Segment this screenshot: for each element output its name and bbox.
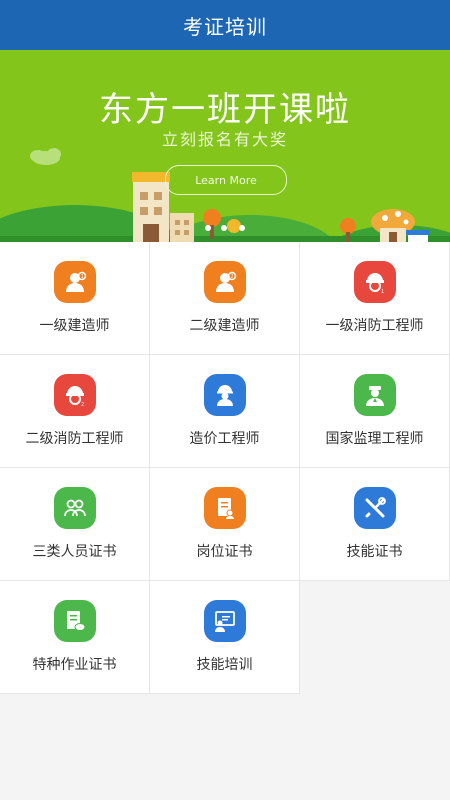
- grid-item-label: 岗位证书: [196, 544, 253, 560]
- banner-title: 东方一班开课啦: [99, 90, 351, 130]
- grid-item-skill-certificate[interactable]: 技能证书: [300, 468, 450, 581]
- grid-item-label: 国家监理工程师: [325, 431, 424, 447]
- grid-item-label: 二级消防工程师: [25, 431, 124, 447]
- grid-item-label: 技能培训: [196, 657, 253, 673]
- course-grid: 1 一级建造师 2 二级建造师 1 一级消防工程师 2 二级消防工程师 造价工程…: [0, 242, 450, 694]
- grid-item-three-types-personnel[interactable]: 三类人员证书: [0, 468, 150, 581]
- promo-banner[interactable]: 东方一班开课啦 立刻报名有大奖 Learn More: [0, 50, 450, 242]
- people-group-icon: [53, 487, 96, 529]
- document-icon: [203, 487, 246, 529]
- grid-item-label: 一级消防工程师: [325, 318, 424, 334]
- builder-icon: 2: [203, 261, 246, 303]
- grid-item-first-class-constructor[interactable]: 1 一级建造师: [0, 242, 150, 355]
- grid-item-second-class-constructor[interactable]: 2 二级建造师: [150, 242, 300, 355]
- app-header: 考证培训: [0, 0, 450, 50]
- firefighter-icon: 2: [53, 374, 96, 416]
- grid-item-label: 三类人员证书: [32, 544, 117, 560]
- grid-item-national-supervision-engineer[interactable]: 国家监理工程师: [300, 355, 450, 468]
- grid-item-label: 一级建造师: [39, 318, 110, 334]
- grid-empty-slot: [300, 581, 450, 694]
- grid-item-label: 技能证书: [346, 544, 403, 560]
- inspector-icon: [353, 374, 396, 416]
- certificate-doc-icon: [53, 600, 96, 642]
- grid-item-second-class-fire-engineer[interactable]: 2 二级消防工程师: [0, 355, 150, 468]
- grid-item-cost-engineer[interactable]: 造价工程师: [150, 355, 300, 468]
- svg-text:1: 1: [80, 274, 83, 280]
- firefighter-icon: 1: [353, 261, 396, 303]
- learn-more-button[interactable]: Learn More: [165, 165, 287, 195]
- grid-item-label: 造价工程师: [189, 431, 260, 447]
- grid-item-label: 二级建造师: [189, 318, 260, 334]
- svg-text:2: 2: [230, 274, 233, 280]
- builder-icon: 1: [53, 261, 96, 303]
- hardhat-worker-icon: [203, 374, 246, 416]
- grid-item-skill-training[interactable]: 技能培训: [150, 581, 300, 694]
- training-board-icon: [203, 600, 246, 642]
- page-title: 考证培训: [183, 14, 267, 39]
- svg-text:2: 2: [81, 402, 84, 408]
- tools-icon: [353, 487, 396, 529]
- grid-item-first-class-fire-engineer[interactable]: 1 一级消防工程师: [300, 242, 450, 355]
- svg-text:1: 1: [381, 289, 384, 295]
- grid-item-position-certificate[interactable]: 岗位证书: [150, 468, 300, 581]
- grid-item-label: 特种作业证书: [32, 657, 117, 673]
- grid-item-special-operation-certificate[interactable]: 特种作业证书: [0, 581, 150, 694]
- banner-subtitle: 立刻报名有大奖: [161, 130, 288, 149]
